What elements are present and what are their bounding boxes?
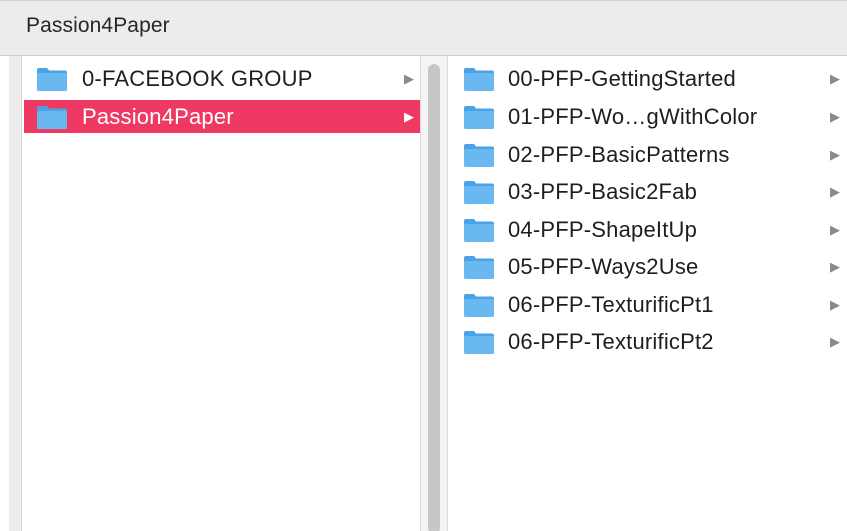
folder-icon [463, 66, 495, 92]
folder-icon [36, 66, 68, 92]
chevron-right-icon: ▶ [404, 70, 414, 86]
list-item-label: 01-PFP-Wo…gWithColor [508, 103, 758, 129]
list-item-02-basicpatterns[interactable]: 02-PFP-BasicPatterns ▶ [448, 138, 847, 171]
list-item-label: 0-FACEBOOK GROUP [82, 65, 313, 91]
folder-icon [463, 104, 495, 130]
list-item-label: Passion4Paper [82, 103, 234, 129]
column-divider[interactable] [420, 56, 448, 531]
list-item-01-workingwithcolor[interactable]: 01-PFP-Wo…gWithColor ▶ [448, 100, 847, 133]
list-item-03-basic2fab[interactable]: 03-PFP-Basic2Fab ▶ [448, 175, 847, 208]
list-item-06-texturificpt1[interactable]: 06-PFP-TexturificPt1 ▶ [448, 288, 847, 321]
chevron-right-icon: ▶ [830, 221, 840, 237]
folder-icon [463, 292, 495, 318]
folder-icon [463, 217, 495, 243]
finder-window: Passion4Paper 0-FACEBOOK GROUP ▶ Passion… [0, 0, 847, 531]
list-item-06-texturificpt2[interactable]: 06-PFP-TexturificPt2 ▶ [448, 325, 847, 358]
window-title: Passion4Paper [26, 14, 170, 37]
list-item-label: 04-PFP-ShapeItUp [508, 216, 698, 242]
chevron-right-icon: ▶ [830, 108, 840, 124]
list-item-label: 00-PFP-GettingStarted [508, 65, 736, 91]
folder-icon [463, 142, 495, 168]
list-item-0-facebook-group[interactable]: 0-FACEBOOK GROUP ▶ [24, 62, 420, 95]
column-2: 00-PFP-GettingStarted ▶ 01-PFP-Wo…gWithC… [448, 56, 847, 531]
chevron-right-icon: ▶ [830, 70, 840, 86]
chevron-right-icon: ▶ [830, 146, 840, 162]
list-item-label: 06-PFP-TexturificPt1 [508, 291, 714, 317]
chevron-right-icon: ▶ [830, 183, 840, 199]
title-bar: Passion4Paper [0, 0, 847, 56]
scrollbar-thumb[interactable] [428, 64, 440, 531]
list-item-passion4paper[interactable]: Passion4Paper ▶ [24, 100, 420, 133]
list-item-label: 06-PFP-TexturificPt2 [508, 328, 714, 354]
chevron-right-icon: ▶ [830, 258, 840, 274]
chevron-right-icon: ▶ [830, 333, 840, 349]
folder-icon [36, 104, 68, 130]
chevron-right-icon: ▶ [830, 296, 840, 312]
left-edge [9, 56, 22, 531]
folder-icon [463, 179, 495, 205]
list-item-label: 05-PFP-Ways2Use [508, 253, 699, 279]
chevron-right-icon: ▶ [404, 108, 414, 124]
list-item-04-shapeitup[interactable]: 04-PFP-ShapeItUp ▶ [448, 213, 847, 246]
list-item-label: 02-PFP-BasicPatterns [508, 141, 730, 167]
list-item-label: 03-PFP-Basic2Fab [508, 178, 698, 204]
folder-icon [463, 329, 495, 355]
list-item-05-ways2use[interactable]: 05-PFP-Ways2Use ▶ [448, 250, 847, 283]
folder-icon [463, 254, 495, 280]
column-1: 0-FACEBOOK GROUP ▶ Passion4Paper ▶ [22, 56, 420, 531]
list-item-00-gettingstarted[interactable]: 00-PFP-GettingStarted ▶ [448, 62, 847, 95]
